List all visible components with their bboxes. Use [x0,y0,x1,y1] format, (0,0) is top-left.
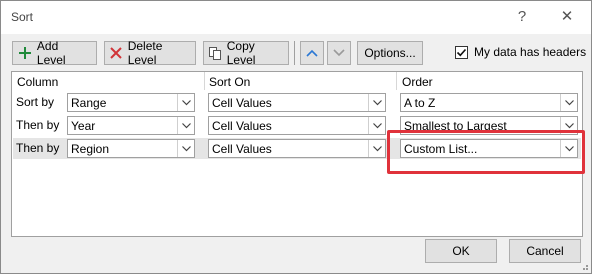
resize-grip-icon[interactable] [579,261,589,271]
x-icon [109,45,124,61]
cancel-button[interactable]: Cancel [509,239,581,263]
copy-icon [208,45,223,61]
headers-checkbox-wrap[interactable]: My data has headers [455,45,586,59]
options-button[interactable]: Options... [357,41,423,65]
title-bar[interactable]: Sort ? ✕ [1,1,591,34]
move-up-button[interactable] [300,41,324,65]
chevron-up-icon [306,49,318,57]
help-button[interactable]: ? [509,7,535,27]
chevron-down-icon [333,49,345,57]
column-divider [204,72,205,90]
copy-level-button[interactable]: Copy Level [203,39,289,67]
order-dropdown[interactable]: A to Z [400,93,578,112]
chevron-down-icon [177,140,194,157]
chevron-down-icon [368,117,385,134]
ok-label: OK [452,244,470,258]
cancel-label: Cancel [526,244,564,258]
delete-level-button[interactable]: Delete Level [104,39,196,67]
plus-icon [17,45,33,61]
row-label: Sort by [16,95,55,109]
column-divider [396,72,397,90]
order-header: Order [402,75,433,89]
copy-level-label: Copy Level [226,39,256,67]
delete-level-label: Delete Level [127,39,163,67]
row-label: Then by [16,141,60,155]
add-level-button[interactable]: Add Level [12,39,97,67]
row-label: Then by [16,118,60,132]
toolbar-separator [294,41,295,65]
chevron-down-icon [177,94,194,111]
checkmark-icon [456,48,467,56]
column-dropdown[interactable]: Year [67,116,195,135]
chevron-down-icon [368,94,385,111]
chevron-down-icon [368,140,385,157]
highlight-box [387,130,585,174]
headers-checkbox[interactable] [455,45,468,59]
sort-on-dropdown[interactable]: Cell Values [208,116,386,135]
sort-on-dropdown[interactable]: Cell Values [208,139,386,158]
headers-checkbox-label: My data has headers [474,45,587,59]
column-dropdown[interactable]: Range [67,93,195,112]
dialog-title: Sort [11,10,34,24]
sort-dialog: Sort ? ✕ Add Level Delete Level Copy Lev… [0,0,592,274]
ok-button[interactable]: OK [425,239,497,263]
chevron-down-icon [560,94,577,111]
close-button[interactable]: ✕ [554,7,580,27]
sort-on-dropdown[interactable]: Cell Values [208,93,386,112]
chevron-down-icon [177,117,194,134]
column-header: Column [17,75,59,89]
column-dropdown[interactable]: Region [67,139,195,158]
sort-on-header: Sort On [209,75,251,89]
options-label: Options... [364,46,416,60]
add-level-label: Add Level [36,39,66,67]
move-down-button[interactable] [327,41,351,65]
